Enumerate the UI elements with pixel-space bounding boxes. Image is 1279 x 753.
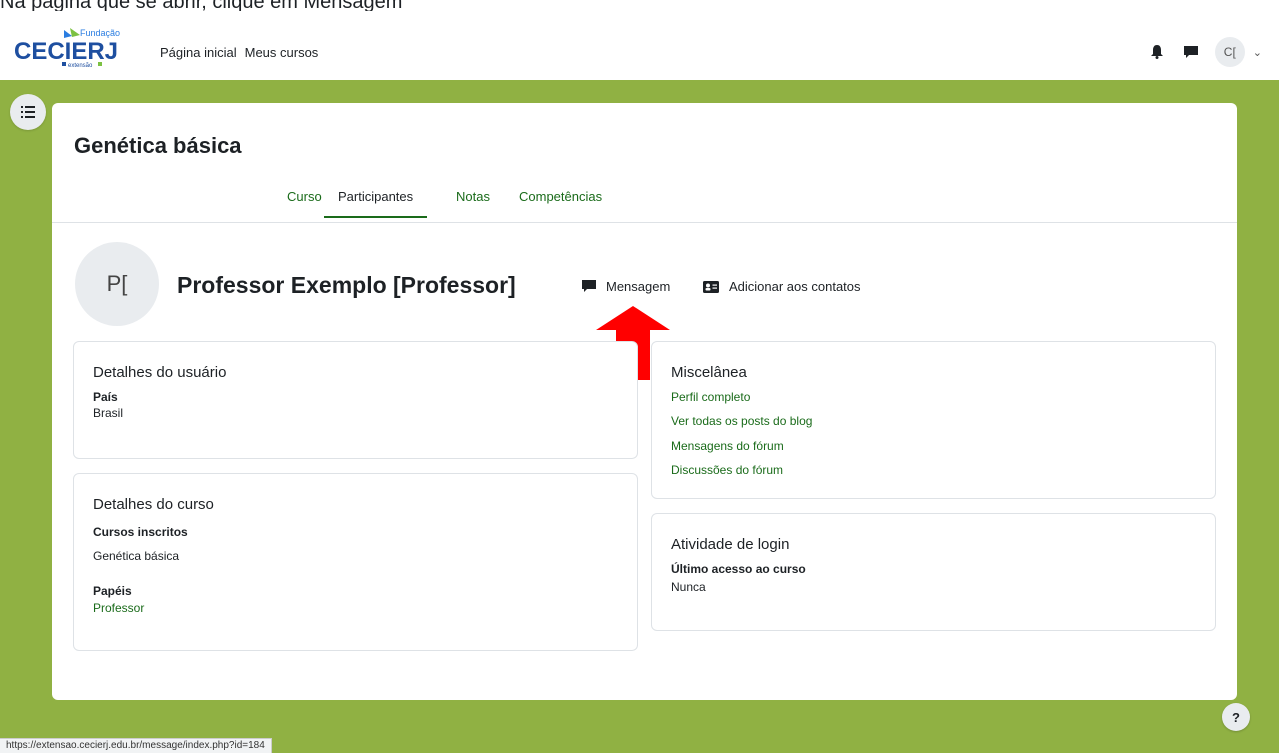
course-index-toggle[interactable] (10, 94, 46, 130)
chat-icon (582, 280, 596, 292)
forum-discussions-link[interactable]: Discussões do fórum (671, 463, 783, 477)
user-menu-area: C[ ⌄ (1147, 37, 1262, 67)
tab-notas[interactable]: Notas (456, 189, 490, 216)
profile-name: Professor Exemplo [Professor] (177, 272, 516, 298)
tab-curso[interactable]: Curso (287, 189, 322, 216)
user-details-heading: Detalhes do usuário (93, 364, 227, 381)
login-activity-heading: Atividade de login (671, 536, 790, 553)
instruction-text: Na página que se abrir, clique em Mensag… (0, 0, 403, 11)
chat-icon[interactable] (1181, 42, 1201, 62)
add-contact-label: Adicionar aos contatos (729, 279, 861, 294)
list-icon (21, 106, 35, 118)
chevron-down-icon[interactable]: ⌄ (1253, 46, 1262, 59)
course-tabs: Curso Participantes Notas Competências (52, 183, 1237, 223)
blog-posts-link[interactable]: Ver todas os posts do blog (671, 414, 812, 428)
course-title: Genética básica (74, 133, 242, 158)
country-label: País (93, 390, 118, 404)
country-value: Brasil (93, 406, 124, 420)
svg-text:extensão: extensão (68, 63, 93, 69)
message-label: Mensagem (606, 279, 671, 294)
last-access-value: Nunca (671, 580, 706, 594)
nav-link-my-courses[interactable]: Meus cursos (245, 45, 319, 60)
browser-status-url: https://extensao.cecierj.edu.br/message/… (0, 738, 272, 753)
user-details-card: Detalhes do usuário País Brasil (73, 341, 638, 459)
add-contact-button[interactable]: Adicionar aos contatos (703, 279, 861, 294)
course-details-heading: Detalhes do curso (93, 496, 214, 513)
svg-text:Fundação: Fundação (80, 28, 120, 38)
last-access-label: Último acesso ao curso (671, 562, 806, 576)
forum-posts-link[interactable]: Mensagens do fórum (671, 439, 784, 453)
profile-avatar: P[ (75, 242, 159, 326)
cecierj-logo[interactable]: Fundação CECIERJ extensão (10, 26, 142, 70)
top-navbar: Fundação CECIERJ extensão Página inicial… (0, 12, 1279, 80)
bell-icon[interactable] (1147, 42, 1167, 62)
tab-competencias[interactable]: Competências (519, 189, 602, 216)
address-card-icon (703, 280, 719, 293)
help-button[interactable]: ? (1222, 703, 1250, 731)
svg-text:CECIERJ: CECIERJ (14, 38, 118, 65)
misc-heading: Miscelânea (671, 364, 747, 381)
misc-card: Miscelânea Perfil completo Ver todas os … (651, 341, 1216, 499)
nav-link-home[interactable]: Página inicial (160, 45, 237, 60)
course-details-card: Detalhes do curso Cursos inscritos Genét… (73, 473, 638, 651)
user-avatar[interactable]: C[ (1214, 37, 1245, 67)
login-activity-card: Atividade de login Último acesso ao curs… (651, 513, 1216, 631)
main-content-card: Genética básica Curso Participantes Nota… (52, 103, 1237, 700)
message-button[interactable]: Mensagem (582, 279, 670, 294)
enrolled-course-value: Genética básica (93, 549, 180, 563)
full-profile-link[interactable]: Perfil completo (671, 390, 750, 404)
roles-label: Papéis (93, 584, 132, 598)
role-link-professor[interactable]: Professor (93, 601, 144, 615)
primary-nav: Página inicial Meus cursos (160, 45, 318, 60)
tab-participantes[interactable]: Participantes (324, 189, 428, 218)
enrolled-courses-label: Cursos inscritos (93, 525, 188, 539)
